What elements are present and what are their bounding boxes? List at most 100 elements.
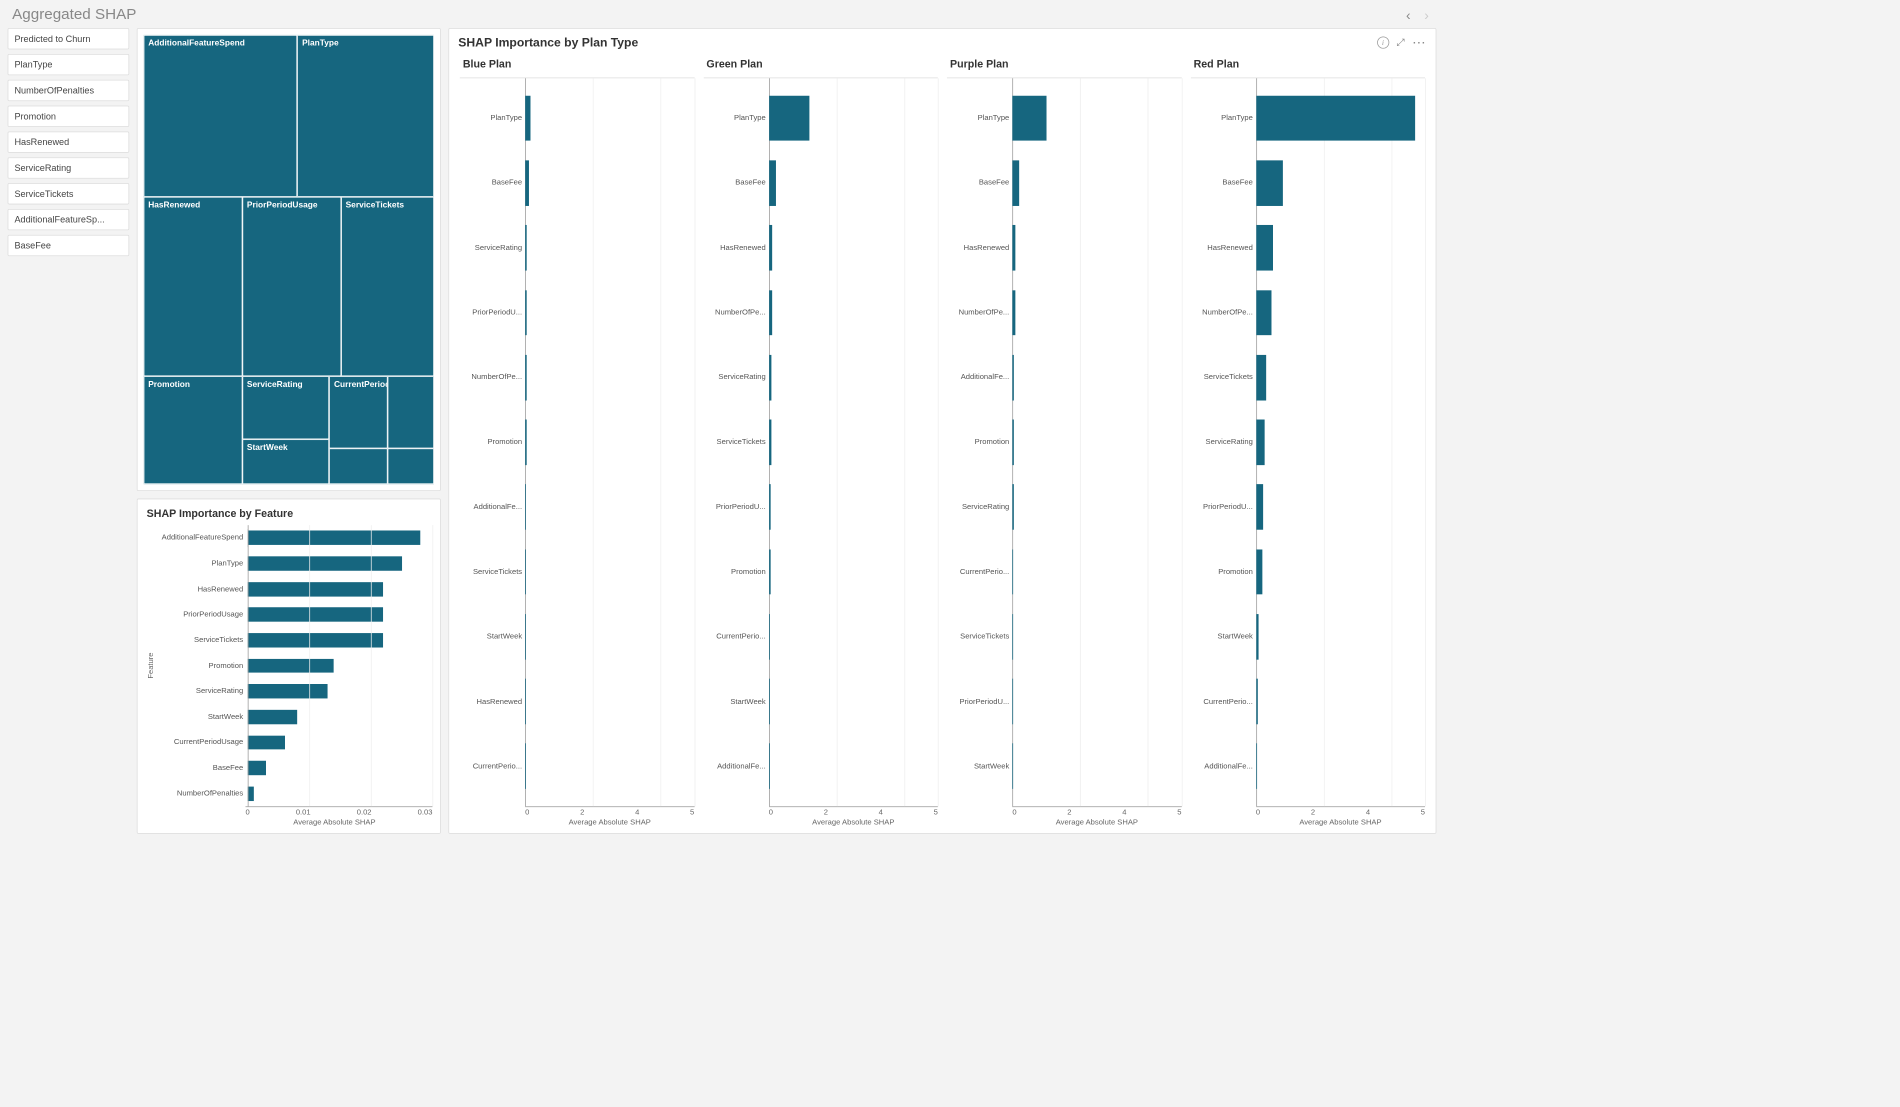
bar-fill[interactable]	[769, 225, 772, 270]
filter-item[interactable]: HasRenewed	[8, 131, 130, 152]
filter-item[interactable]: PlanType	[8, 54, 130, 75]
bar-fill[interactable]	[1256, 744, 1257, 789]
shap-plan-title: SHAP Importance by Plan Type	[458, 36, 638, 50]
plan-name: Red Plan	[1191, 53, 1425, 78]
filter-item[interactable]: ServiceTickets	[8, 183, 130, 204]
bar-fill[interactable]	[525, 290, 527, 335]
bar-fill[interactable]	[1256, 225, 1273, 270]
bar-fill[interactable]	[525, 355, 527, 400]
bar-fill[interactable]	[248, 607, 383, 621]
bar-fill[interactable]	[1256, 355, 1266, 400]
expand-icon[interactable]: ⤢	[1397, 36, 1405, 48]
plan-column: Green PlanPlanTypeBaseFeeHasRenewedNumbe…	[699, 53, 943, 827]
treemap-tile[interactable]: Promotion	[144, 376, 243, 484]
bar-fill[interactable]	[1256, 96, 1415, 141]
treemap-tile[interactable]: ServiceRating	[242, 376, 329, 439]
bar-fill[interactable]	[248, 761, 266, 775]
treemap-tile[interactable]: StartWeek	[242, 439, 329, 484]
filter-item[interactable]: Promotion	[8, 106, 130, 127]
bar-fill[interactable]	[769, 484, 771, 529]
bar-category-label: Promotion	[947, 438, 1012, 446]
tick-label: 0.02	[357, 809, 372, 817]
bar-fill[interactable]	[769, 290, 772, 335]
bar-fill[interactable]	[525, 484, 526, 529]
bar-fill[interactable]	[1012, 290, 1015, 335]
filter-item[interactable]: NumberOfPenalties	[8, 80, 130, 101]
bar-fill[interactable]	[1256, 679, 1258, 724]
bar-category-label: ServiceRating	[460, 244, 525, 252]
bar-fill[interactable]	[248, 556, 402, 570]
bar-category-label: NumberOfPenalties	[157, 789, 248, 797]
bar-fill[interactable]	[1012, 160, 1019, 205]
bar-fill[interactable]	[1012, 420, 1014, 465]
filter-panel: Predicted to Churn PlanType NumberOfPenalt…	[8, 28, 130, 834]
bar-fill[interactable]	[248, 633, 383, 647]
bar-fill[interactable]	[1012, 614, 1013, 659]
treemap-tile[interactable]: HasRenewed	[144, 197, 243, 377]
bar-fill[interactable]	[248, 582, 383, 596]
bar-category-label: AdditionalFe...	[703, 762, 768, 770]
treemap-tile[interactable]: ServiceTickets	[341, 197, 434, 377]
bar-fill[interactable]	[1256, 614, 1259, 659]
next-sheet-icon[interactable]: ›	[1421, 8, 1432, 22]
bar-fill[interactable]	[769, 614, 770, 659]
bar-fill[interactable]	[525, 420, 526, 465]
bar-fill[interactable]	[249, 531, 421, 545]
bar-fill[interactable]	[769, 679, 770, 724]
bar-category-label: PriorPeriodUsage	[157, 610, 248, 618]
bar-category-label: PriorPeriodU...	[703, 503, 768, 511]
treemap-chart[interactable]: AdditionalFeatureSpendPlanType HasRenewed…	[144, 35, 434, 484]
plan-name: Purple Plan	[947, 53, 1181, 78]
bar-fill[interactable]	[1256, 160, 1283, 205]
treemap-tile[interactable]: PriorPeriodUsage	[242, 197, 341, 377]
page-title: Aggregated SHAP	[12, 6, 136, 23]
bar-fill[interactable]	[248, 786, 254, 800]
treemap-tile[interactable]: AdditionalFeatureSpend	[144, 35, 298, 197]
bar-category-label: CurrentPerio...	[703, 633, 768, 641]
bar-fill[interactable]	[525, 614, 526, 659]
treemap-tile[interactable]	[329, 448, 387, 484]
bar-fill[interactable]	[1256, 420, 1264, 465]
bar-fill[interactable]	[1012, 484, 1014, 529]
bar-fill[interactable]	[1012, 96, 1046, 141]
bar-fill[interactable]	[1256, 290, 1271, 335]
tick-label: 5	[934, 809, 938, 817]
bar-category-label: HasRenewed	[947, 244, 1012, 252]
filter-item[interactable]: Predicted to Churn	[8, 28, 130, 49]
plan-xlabel: Average Absolute SHAP	[525, 819, 694, 827]
bar-fill[interactable]	[769, 549, 771, 594]
bar-category-label: AdditionalFeatureSpend	[157, 534, 248, 542]
bar-fill[interactable]	[525, 160, 529, 205]
filter-item[interactable]: ServiceRating	[8, 157, 130, 178]
bar-fill[interactable]	[1012, 355, 1014, 400]
filter-item[interactable]: AdditionalFeatureSp...	[8, 209, 130, 230]
bar-fill[interactable]	[769, 96, 810, 141]
treemap-tile[interactable]	[388, 448, 434, 484]
bar-fill[interactable]	[769, 355, 772, 400]
shap-plan-card: SHAP Importance by Plan Type i ⤢ ⋯ Blue …	[448, 28, 1436, 834]
bar-fill[interactable]	[248, 684, 328, 698]
filter-item[interactable]: BaseFee	[8, 235, 130, 256]
bar-fill[interactable]	[248, 735, 285, 749]
bar-fill[interactable]	[1012, 549, 1013, 594]
info-icon[interactable]: i	[1377, 36, 1389, 48]
shap-feature-chart[interactable]: Feature AdditionalFeatureSpendPlanTypeHa…	[138, 522, 440, 833]
treemap-tile[interactable]: CurrentPeriodUsage	[329, 376, 387, 448]
bar-fill[interactable]	[1256, 549, 1262, 594]
bar-fill[interactable]	[525, 96, 530, 141]
bar-fill[interactable]	[769, 160, 776, 205]
treemap-tile[interactable]: PlanType	[298, 35, 434, 197]
treemap-tile[interactable]	[388, 376, 434, 448]
bar-fill[interactable]	[769, 420, 771, 465]
bar-fill[interactable]	[1012, 679, 1013, 724]
bar-fill[interactable]	[1012, 225, 1015, 270]
bar-fill[interactable]	[525, 225, 527, 270]
bar-fill[interactable]	[1256, 484, 1263, 529]
bar-fill[interactable]	[248, 659, 334, 673]
prev-sheet-icon[interactable]: ‹	[1403, 8, 1414, 22]
bar-category-label: BaseFee	[703, 179, 768, 187]
bar-fill[interactable]	[248, 710, 297, 724]
bar-category-label: CurrentPerio...	[947, 568, 1012, 576]
bar-fill[interactable]	[525, 549, 526, 594]
more-menu-icon[interactable]: ⋯	[1412, 39, 1426, 46]
